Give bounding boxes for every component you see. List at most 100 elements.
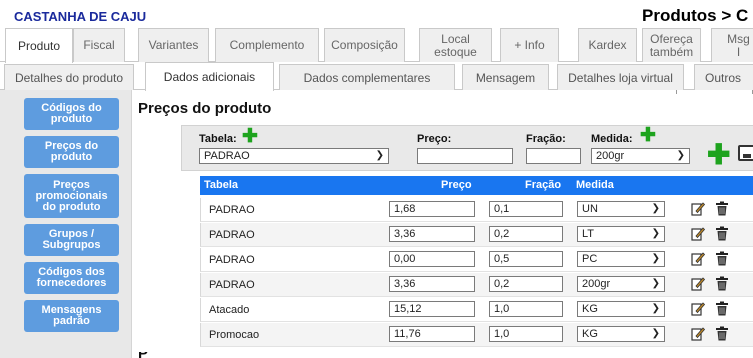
row-preco-input[interactable]: 11,76	[389, 326, 475, 342]
row-preco-input[interactable]: 3,36	[389, 226, 475, 242]
edit-icon[interactable]	[691, 251, 705, 266]
row-medida-select[interactable]: 200gr ❯	[577, 276, 665, 292]
save-icon[interactable]	[738, 145, 753, 161]
row-medida-select[interactable]: KG ❯	[577, 326, 665, 342]
preco-input[interactable]	[417, 148, 513, 164]
nav-mensagens-padrao[interactable]: Mensagens padrão	[24, 300, 119, 332]
row-fracao-input[interactable]: 0,5	[489, 251, 563, 267]
preco-label: Preço:	[417, 133, 452, 145]
side-nav: Códigos do produto Preços do produto Pre…	[0, 90, 132, 358]
row-tabela: Atacado	[209, 304, 250, 316]
table-row: PADRAO 1,68 0,1 UN ❯	[200, 198, 753, 222]
subtab-detalhes-loja-virtual[interactable]: Detalhes loja virtual	[557, 64, 684, 90]
table-row: Atacado 15,12 1,0 KG ❯	[200, 298, 753, 322]
row-medida-value: UN	[582, 203, 598, 215]
tab-ofereca-tambem[interactable]: Ofereça também	[642, 28, 701, 62]
fracao-label: Fração:	[526, 133, 566, 145]
chevron-down-icon: ❯	[676, 150, 685, 161]
row-tabela: Promocao	[209, 329, 260, 341]
medida-label: Medida:	[591, 133, 633, 145]
trash-icon[interactable]	[715, 226, 729, 241]
row-medida-select[interactable]: UN ❯	[577, 201, 665, 217]
tabela-select-value: PADRAO	[204, 150, 250, 162]
trash-icon[interactable]	[715, 201, 729, 216]
row-tabela: PADRAO	[209, 254, 255, 266]
top-bar: CASTANHA DE CAJU Produtos > C	[0, 0, 753, 28]
chevron-down-icon: ❯	[651, 278, 660, 289]
trash-icon[interactable]	[715, 276, 729, 291]
product-name: CASTANHA DE CAJU	[14, 9, 147, 24]
chevron-down-icon: ❯	[651, 328, 660, 339]
nav-codigos-produto[interactable]: Códigos do produto	[24, 98, 119, 130]
col-medida: Medida	[576, 179, 614, 191]
row-medida-value: LT	[582, 228, 595, 240]
row-tabela: PADRAO	[209, 279, 255, 291]
row-preco-input[interactable]: 0,00	[389, 251, 475, 267]
main-tab-bar: Produto Fiscal Variantes Complemento Com…	[0, 28, 753, 63]
row-fracao-input[interactable]: 0,2	[489, 276, 563, 292]
next-section-title-text: P	[138, 352, 398, 358]
row-fracao-input[interactable]: 0,1	[489, 201, 563, 217]
row-medida-select[interactable]: PC ❯	[577, 251, 665, 267]
col-fracao: Fração	[525, 179, 562, 191]
row-tabela: PADRAO	[209, 229, 255, 241]
tab-composicao[interactable]: Composição	[324, 28, 405, 62]
breadcrumb[interactable]: Produtos > C	[642, 6, 748, 26]
medida-select[interactable]: 200gr ❯	[591, 148, 690, 164]
trash-icon[interactable]	[715, 326, 729, 341]
medida-select-value: 200gr	[596, 150, 625, 162]
edit-icon[interactable]	[691, 326, 705, 341]
tabela-select[interactable]: PADRAO ❯	[199, 148, 389, 164]
tab-variantes[interactable]: Variantes	[138, 28, 209, 62]
nav-grupos-subgrupos[interactable]: Grupos / Subgrupos	[24, 224, 119, 256]
nav-codigos-fornecedores[interactable]: Códigos dos fornecedores	[24, 262, 119, 294]
chevron-down-icon: ❯	[651, 203, 660, 214]
row-tabela: PADRAO	[209, 204, 255, 216]
subtab-outros[interactable]: Outros	[694, 64, 753, 90]
chevron-down-icon: ❯	[651, 303, 660, 314]
chevron-down-icon: ❯	[651, 253, 660, 264]
plus-icon[interactable]: ✚	[242, 127, 258, 146]
table-row: PADRAO 0,00 0,5 PC ❯	[200, 248, 753, 272]
subtab-mensagem[interactable]: Mensagem	[462, 64, 549, 90]
price-table-header: Tabela Preço Fração Medida	[200, 176, 753, 195]
tab-mais-info[interactable]: + Info	[500, 28, 559, 62]
next-section-title: P	[138, 352, 398, 358]
tab-complemento[interactable]: Complemento	[215, 28, 319, 62]
subtab-detalhes-produto[interactable]: Detalhes do produto	[4, 64, 134, 90]
section-title: Preços do produto	[138, 100, 272, 117]
trash-icon[interactable]	[715, 251, 729, 266]
row-fracao-input[interactable]: 1,0	[489, 301, 563, 317]
row-preco-input[interactable]: 1,68	[389, 201, 475, 217]
row-preco-input[interactable]: 3,36	[389, 276, 475, 292]
tab-msg[interactable]: Msg I	[711, 28, 753, 62]
edit-icon[interactable]	[691, 226, 705, 241]
chevron-down-icon: ❯	[651, 228, 660, 239]
add-price-icon[interactable]: ✚	[707, 141, 730, 169]
row-medida-value: 200gr	[582, 278, 611, 290]
row-medida-value: KG	[582, 328, 598, 340]
tab-produto[interactable]: Produto	[5, 28, 73, 63]
row-medida-select[interactable]: KG ❯	[577, 301, 665, 317]
row-fracao-input[interactable]: 0,2	[489, 226, 563, 242]
nav-precos-produto[interactable]: Preços do produto	[24, 136, 119, 168]
fracao-input[interactable]	[526, 148, 581, 164]
table-row: PADRAO 3,36 0,2 LT ❯	[200, 223, 753, 247]
row-medida-value: PC	[582, 253, 598, 265]
tab-local-estoque[interactable]: Local estoque	[419, 28, 492, 62]
edit-icon[interactable]	[691, 301, 705, 316]
row-medida-select[interactable]: LT ❯	[577, 226, 665, 242]
edit-icon[interactable]	[691, 276, 705, 291]
row-fracao-input[interactable]: 1,0	[489, 326, 563, 342]
plus-icon[interactable]: ✚	[640, 126, 656, 145]
edit-icon[interactable]	[691, 201, 705, 216]
subtab-dados-adicionais[interactable]: Dados adicionais	[145, 62, 274, 91]
subtab-dados-complementares[interactable]: Dados complementares	[279, 64, 455, 90]
tab-kardex[interactable]: Kardex	[578, 28, 637, 62]
trash-icon[interactable]	[715, 301, 729, 316]
row-preco-input[interactable]: 15,12	[389, 301, 475, 317]
price-form: Tabela: ✚ PADRAO ❯ Preço: Fração: Medida…	[181, 125, 753, 171]
tab-fiscal[interactable]: Fiscal	[73, 28, 125, 62]
col-preco: Preço	[441, 179, 472, 191]
nav-precos-promocionais[interactable]: Preços promocionais do produto	[24, 174, 119, 218]
